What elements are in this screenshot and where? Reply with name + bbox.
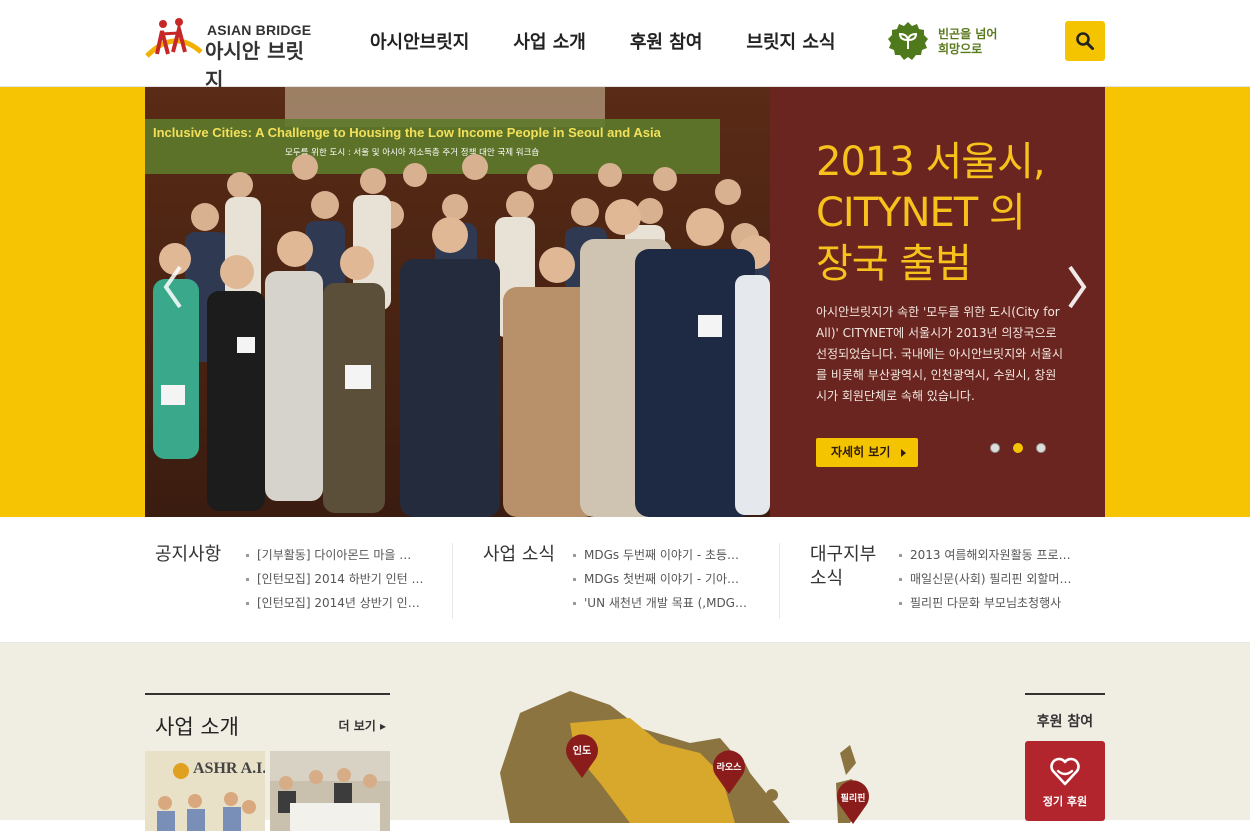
sprout-badge-icon [888,22,928,60]
business-thumbnail-1[interactable]: ASHR A.I.Y [145,751,265,831]
thumb-wall-text: ASHR A.I.Y [193,760,265,777]
main-nav: 아시안브릿지 사업 소개 후원 참여 브릿지 소식 [370,28,879,54]
meeting-photo-image [270,751,390,831]
list-item[interactable]: [기부활동] 다이아몬드 마을 … [246,543,424,567]
site-logo[interactable]: ASIAN BRIDGE 아시안 브릿지 [145,16,315,92]
nav-item-news[interactable]: 브릿지 소식 [746,28,835,54]
nav-item-business[interactable]: 사업 소개 [513,28,586,54]
slogan-text: 빈곤을 넘어 희망으로 [938,27,998,56]
divider [779,543,780,619]
list-item[interactable]: 필리핀 다문화 부모님초청행사 [899,591,1071,615]
banner-text-en: Inclusive Cities: A Challenge to Housing… [153,125,662,140]
hero-description: 아시안브릿지가 속한 '모두를 위한 도시(City for All)' CIT… [816,305,1064,403]
hero-text-panel: 2013 서울시, CITYNET 의 장국 출범 아시안브릿지가 속한 '모두… [770,87,1105,517]
map-pin-philippines[interactable]: 필리핀 [836,779,870,825]
search-icon [1076,32,1094,50]
details-button[interactable]: 자세히 보기 [816,438,919,467]
next-arrow-icon[interactable] [1064,262,1090,312]
notice-column-announcements: 공지사항 [기부활동] 다이아몬드 마을 … [인턴모집] 2014 하반기 인… [155,543,445,619]
notice-section: 공지사항 [기부활동] 다이아몬드 마을 … [인턴모집] 2014 하반기 인… [0,517,1250,643]
hero-section: Inclusive Cities: A Challenge to Housing… [0,87,1250,517]
map-pin-label: 라오스 [716,763,742,773]
business-intro-box: 사업 소개 더 보기 ▸ ASHR A.I.Y [145,693,390,831]
search-button[interactable] [1065,21,1105,61]
list-item[interactable]: MDGs 첫번째 이야기 - 기아… [573,567,747,591]
business-title: 사업 소개 [155,715,239,739]
prev-arrow-icon[interactable] [160,262,186,312]
project-map: 인도 라오스 필리핀 [490,683,910,825]
classroom-photo-image: ASHR A.I.Y [145,751,265,831]
notice-title: 공지사항 [155,544,222,565]
list-item[interactable]: MDGs 두번째 이야기 - 초등… [573,543,747,567]
map-pin-label: 인도 [572,746,592,757]
map-pin-laos[interactable]: 라오스 [712,749,746,795]
notice-list: [기부활동] 다이아몬드 마을 … [인턴모집] 2014 하반기 인턴 … [… [246,543,424,615]
nav-item-donate[interactable]: 후원 참여 [630,28,703,54]
more-link[interactable]: 더 보기 ▸ [338,717,386,734]
notice-column-daegu-news: 대구지부 소식 2013 여름해외자원활동 프로… 매일신문(사회) 필리핀 외… [810,543,1100,619]
divider [452,543,453,619]
donate-box: 후원 참여 정기 후원 [1025,693,1105,823]
more-label: 더 보기 [338,719,376,733]
list-item[interactable]: 2013 여름해외자원활동 프로… [899,543,1071,567]
list-item[interactable]: [인턴모집] 2014년 상반기 인… [246,591,424,615]
notice-list: 2013 여름해외자원활동 프로… 매일신문(사회) 필리핀 외할머… 필리핀 … [899,543,1071,615]
slide-dot-3[interactable] [1036,443,1046,453]
lower-section: 사업 소개 더 보기 ▸ ASHR A.I.Y [0,643,1250,831]
asian-bridge-logo-icon [145,18,203,58]
slide-dot-2[interactable] [1013,443,1023,453]
nav-item-asianbridge[interactable]: 아시안브릿지 [370,28,469,54]
hero-photo: Inclusive Cities: A Challenge to Housing… [145,87,770,517]
heart-icon [1050,757,1080,786]
notice-column-business-news: 사업 소식 MDGs 두번째 이야기 - 초등… MDGs 첫번째 이야기 - … [483,543,773,619]
list-item[interactable]: 매일신문(사회) 필리핀 외할머… [899,567,1071,591]
list-item[interactable]: [인턴모집] 2014 하반기 인턴 … [246,567,424,591]
group-photo-image: Inclusive Cities: A Challenge to Housing… [145,87,770,517]
donate-button-label: 정기 후원 [1042,795,1088,808]
map-pin-india[interactable]: 인도 [565,733,599,779]
logo-text-ko: 아시안 브릿지 [205,39,304,92]
notice-title: 사업 소식 [483,544,555,565]
hero-title: 2013 서울시, CITYNET 의 장국 출범 [816,139,1046,287]
list-item[interactable]: 'UN 새천년 개발 목표 (,MDG… [573,591,747,615]
notice-list: MDGs 두번째 이야기 - 초등… MDGs 첫번째 이야기 - 기아… 'U… [573,543,747,615]
site-header: ASIAN BRIDGE 아시안 브릿지 아시안브릿지 사업 소개 후원 참여 … [0,0,1250,92]
business-thumbnail-2[interactable] [270,751,390,831]
regular-donation-button[interactable]: 정기 후원 [1025,741,1105,821]
donate-title: 후원 참여 [1036,714,1094,730]
slogan[interactable]: 빈곤을 넘어 희망으로 [888,21,1008,63]
banner-text-ko: 모두를 위한 도시 : 서울 및 아시아 저소득층 주거 정책 대안 국제 워크… [285,147,539,158]
notice-title: 대구지부 소식 [810,544,877,589]
slide-dot-1[interactable] [990,443,1000,453]
map-pin-label: 필리핀 [840,794,866,804]
slide-indicators [990,443,1059,453]
